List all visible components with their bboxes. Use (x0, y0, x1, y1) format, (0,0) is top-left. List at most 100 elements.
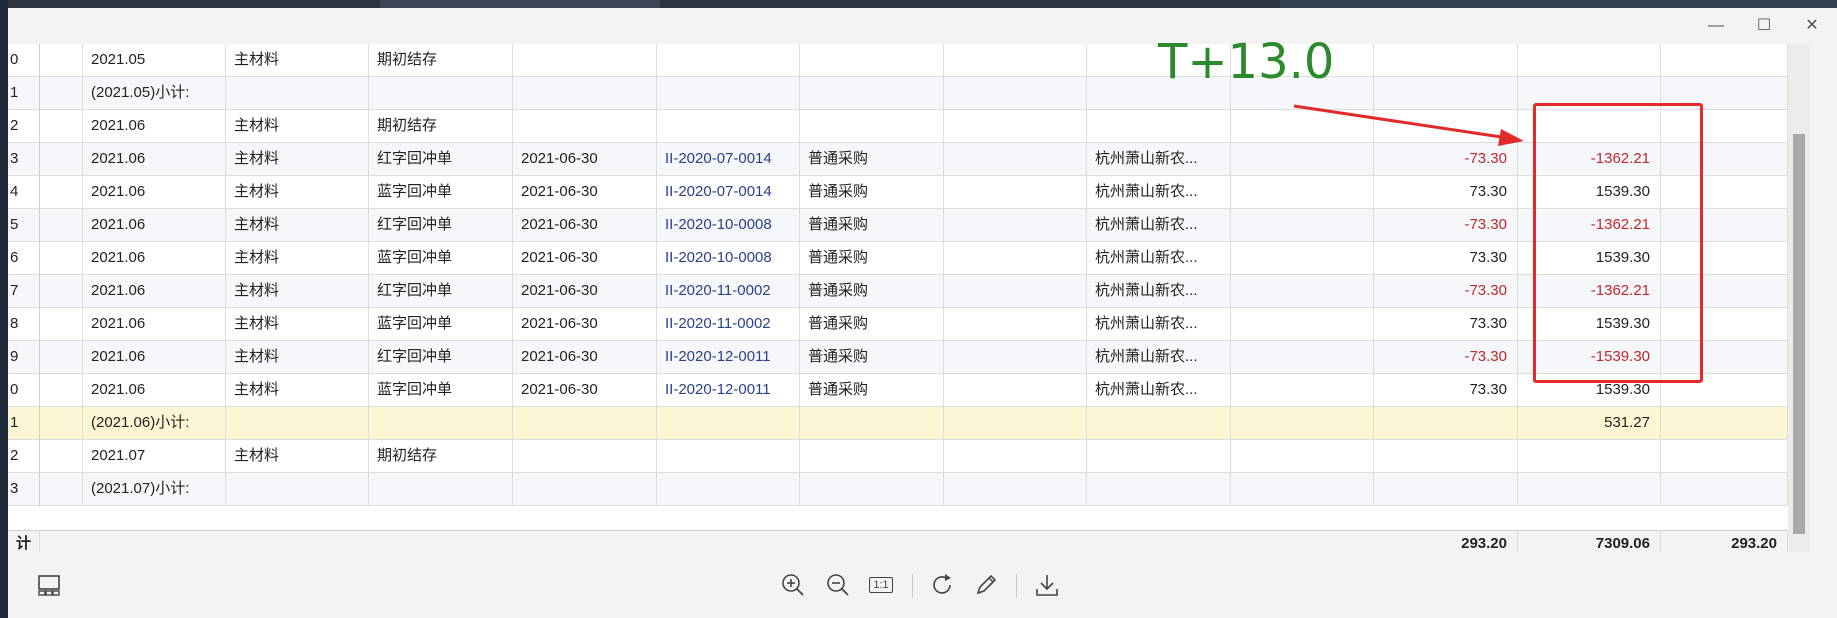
cell-period: 2021.06 (83, 341, 226, 374)
cell-period: 2021.06 (83, 374, 226, 407)
cell-purchase (800, 77, 944, 110)
rotate-icon[interactable] (928, 570, 958, 600)
actual-size-label: 1:1 (869, 577, 893, 593)
cell-empty (1231, 308, 1374, 341)
cell-supplier: 杭州萧山新农... (1087, 374, 1231, 407)
image-viewer-window: — ☐ ✕ 0 2021.05 主材料 期初结存 1 (2021.05)小计: 2 2021.… (8, 8, 1837, 618)
cell-supplier (1087, 473, 1231, 506)
cell-empty (944, 44, 1087, 77)
cell-supplier: 杭州萧山新农... (1087, 209, 1231, 242)
cell-empty (40, 77, 83, 110)
cell-material: 主材料 (226, 176, 369, 209)
cell-type (369, 77, 513, 110)
viewer-toolbar: 1:1 (8, 552, 1837, 618)
cell-empty (1231, 209, 1374, 242)
cell-period: 2021.05 (83, 44, 226, 77)
cell-empty (944, 110, 1087, 143)
row-number: 0 (8, 44, 40, 77)
cell-doc (657, 473, 800, 506)
table-row: 5 2021.06 主材料 红字回冲单 2021-06-30 II-2020-10-000… (8, 209, 1788, 242)
cell-type: 期初结存 (369, 44, 513, 77)
cell-empty (1231, 473, 1374, 506)
cell-date (513, 44, 657, 77)
cell-qty (1374, 77, 1518, 110)
cell-purchase: 普通采购 (800, 374, 944, 407)
cell-date: 2021-06-30 (513, 341, 657, 374)
cell-amount (1518, 44, 1661, 77)
cell-date (513, 110, 657, 143)
table-row: 0 2021.05 主材料 期初结存 (8, 44, 1788, 77)
cell-purchase: 普通采购 (800, 209, 944, 242)
cell-material: 主材料 (226, 275, 369, 308)
cell-date (513, 407, 657, 440)
layout-icon[interactable] (34, 570, 64, 600)
cell-type (369, 473, 513, 506)
cell-supplier: 杭州萧山新农... (1087, 143, 1231, 176)
cell-material (226, 407, 369, 440)
cell-qty: -73.30 (1374, 275, 1518, 308)
cell-period: (2021.05)小计: (83, 77, 226, 110)
cell-purchase: 普通采购 (800, 143, 944, 176)
total-extra: 293.20 (1661, 531, 1788, 552)
cell-amount (1518, 440, 1661, 473)
row-number: 3 (8, 473, 40, 506)
cell-type: 红字回冲单 (369, 143, 513, 176)
row-number: 6 (8, 242, 40, 275)
cell-doc (657, 44, 800, 77)
cell-empty (1231, 242, 1374, 275)
cell-empty (1661, 44, 1788, 77)
cell-doc: II-2020-10-0008 (657, 209, 800, 242)
table-row: 1 (2021.05)小计: (8, 77, 1788, 110)
cell-type: 红字回冲单 (369, 209, 513, 242)
cell-empty (40, 308, 83, 341)
cell-supplier: 杭州萧山新农... (1087, 341, 1231, 374)
cell-empty (1661, 440, 1788, 473)
close-button[interactable]: ✕ (1798, 14, 1826, 38)
cell-empty (1231, 176, 1374, 209)
cell-empty (40, 242, 83, 275)
row-number: 8 (8, 308, 40, 341)
zoom-in-icon[interactable] (778, 570, 808, 600)
vertical-scrollbar[interactable] (1788, 44, 1810, 552)
cell-date (513, 77, 657, 110)
cell-empty (40, 209, 83, 242)
download-icon[interactable] (1032, 570, 1062, 600)
cell-date: 2021-06-30 (513, 143, 657, 176)
total-label: 计 (8, 531, 40, 552)
cell-doc: II-2020-12-0011 (657, 341, 800, 374)
cell-material: 主材料 (226, 143, 369, 176)
row-number: 4 (8, 176, 40, 209)
actual-size-icon[interactable]: 1:1 (866, 570, 896, 600)
cell-empty (40, 440, 83, 473)
table-row: 4 2021.06 主材料 蓝字回冲单 2021-06-30 II-2020-07-001… (8, 176, 1788, 209)
cell-empty (40, 143, 83, 176)
cell-purchase (800, 440, 944, 473)
cell-period: 2021.06 (83, 143, 226, 176)
cell-period: 2021.06 (83, 242, 226, 275)
row-number: 2 (8, 110, 40, 143)
cell-material: 主材料 (226, 440, 369, 473)
cell-empty (944, 77, 1087, 110)
cell-amount (1518, 473, 1661, 506)
cell-purchase (800, 473, 944, 506)
cell-supplier: 杭州萧山新农... (1087, 275, 1231, 308)
cell-empty (40, 176, 83, 209)
cell-date: 2021-06-30 (513, 209, 657, 242)
cell-amount: 531.27 (1518, 407, 1661, 440)
scrollbar-thumb[interactable] (1793, 134, 1805, 534)
minimize-button[interactable]: — (1702, 14, 1730, 38)
edit-icon[interactable] (971, 570, 1001, 600)
subtotal-row: 1 (2021.06)小计: 531.27 (8, 407, 1788, 440)
zoom-out-icon[interactable] (823, 570, 853, 600)
background-search-bar (380, 0, 660, 8)
cell-supplier (1087, 440, 1231, 473)
toolbar-separator (912, 574, 913, 598)
cell-purchase (800, 110, 944, 143)
annotation-label: T+13.0 (1158, 34, 1335, 90)
maximize-button[interactable]: ☐ (1750, 14, 1778, 38)
cell-doc (657, 110, 800, 143)
cell-empty (40, 341, 83, 374)
cell-qty: -73.30 (1374, 341, 1518, 374)
cell-purchase: 普通采购 (800, 176, 944, 209)
cell-empty (944, 440, 1087, 473)
